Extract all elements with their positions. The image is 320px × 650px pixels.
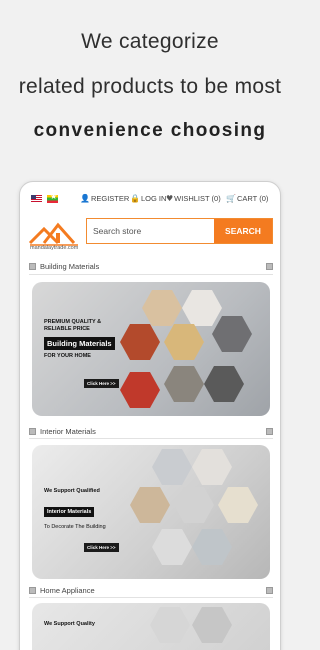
stones-image [164, 366, 204, 402]
door-image [120, 372, 160, 408]
section-header-interior: Interior Materials [29, 425, 273, 437]
login-label: LOG IN [140, 194, 167, 203]
steel-image [212, 316, 252, 352]
expand-icon[interactable] [266, 262, 273, 270]
tiles-image [130, 487, 170, 523]
divider [29, 274, 273, 275]
banner-line-3: To Decorate The Building [44, 524, 106, 530]
banner-line-2: RELIABLE PRICE [44, 326, 90, 332]
tools-image [182, 290, 222, 326]
bricks-image [120, 324, 160, 360]
category-icon [29, 586, 36, 594]
click-here-button[interactable]: Click Here >> [84, 379, 119, 388]
gravel-image [204, 366, 244, 402]
wishlist-label: WISHLIST (0) [174, 194, 221, 203]
phone-frame: 👤 REGISTER 🔒 LOG IN ♥ WISHLIST (0) 🛒 CAR… [19, 181, 281, 650]
section-title[interactable]: Building Materials [40, 262, 99, 271]
lock-icon: 🔒 [130, 194, 140, 203]
logo-text: mandalaytrade.com [30, 245, 79, 251]
swatches-image [192, 529, 232, 565]
search-button[interactable]: SEARCH [214, 219, 272, 243]
divider [29, 597, 273, 598]
search-input[interactable] [87, 219, 214, 243]
wood-image [142, 290, 182, 326]
heart-icon: ♥ [166, 194, 174, 203]
banner-building-materials[interactable]: PREMIUM QUALITY & RELIABLE PRICE Buildin… [32, 282, 270, 416]
us-flag-icon[interactable] [31, 195, 42, 203]
login-link[interactable]: 🔒 LOG IN [130, 194, 166, 203]
banner-highlight: Building Materials [44, 337, 115, 350]
rice-cooker-image [192, 607, 232, 643]
panel-image [218, 487, 258, 523]
banner-line-3: FOR YOUR HOME [44, 353, 91, 359]
section-title[interactable]: Home Appliance [40, 586, 95, 595]
search-bar: SEARCH [86, 218, 273, 244]
category-icon [29, 427, 36, 435]
section-header-building: Building Materials [29, 260, 273, 272]
wishlist-link[interactable]: ♥ WISHLIST (0) [166, 194, 221, 203]
toilet-image [174, 487, 214, 523]
cart-link[interactable]: 🛒 CART (0) [226, 194, 268, 203]
promo-line-2: related products to be most [18, 75, 282, 98]
promo-line-3: convenience choosing [33, 120, 267, 141]
cart-icon: 🛒 [226, 194, 236, 203]
cart-label: CART (0) [236, 194, 269, 203]
mixer-image [192, 449, 232, 485]
click-here-button[interactable]: Click Here >> [84, 543, 119, 552]
expand-icon[interactable] [266, 427, 273, 435]
top-bar: 👤 REGISTER 🔒 LOG IN ♥ WISHLIST (0) 🛒 CAR… [20, 182, 280, 212]
banner-line-1: We Support Qualified [44, 488, 100, 494]
banner-line-1: We Support Quality [44, 621, 95, 627]
divider [29, 438, 273, 439]
promo-line-1: We categorize [81, 30, 219, 53]
cement-image [164, 324, 204, 360]
banner-home-appliance[interactable]: We Support Quality [32, 603, 270, 650]
user-icon: 👤 [80, 194, 90, 203]
banner-interior-materials[interactable]: We Support Qualified Interior Materials … [32, 445, 270, 579]
myanmar-flag-icon[interactable] [47, 192, 58, 203]
register-link[interactable]: 👤 REGISTER [80, 194, 129, 203]
paint-image [152, 529, 192, 565]
banner-line-1: PREMIUM QUALITY & [44, 319, 102, 325]
expand-icon[interactable] [266, 586, 273, 594]
section-header-appliance: Home Appliance [29, 584, 273, 596]
category-icon [29, 262, 36, 270]
blender-image [150, 607, 190, 643]
banner-highlight: Interior Materials [44, 507, 95, 517]
section-title[interactable]: Interior Materials [40, 427, 96, 436]
shower-image [152, 449, 192, 485]
register-label: REGISTER [90, 194, 130, 203]
